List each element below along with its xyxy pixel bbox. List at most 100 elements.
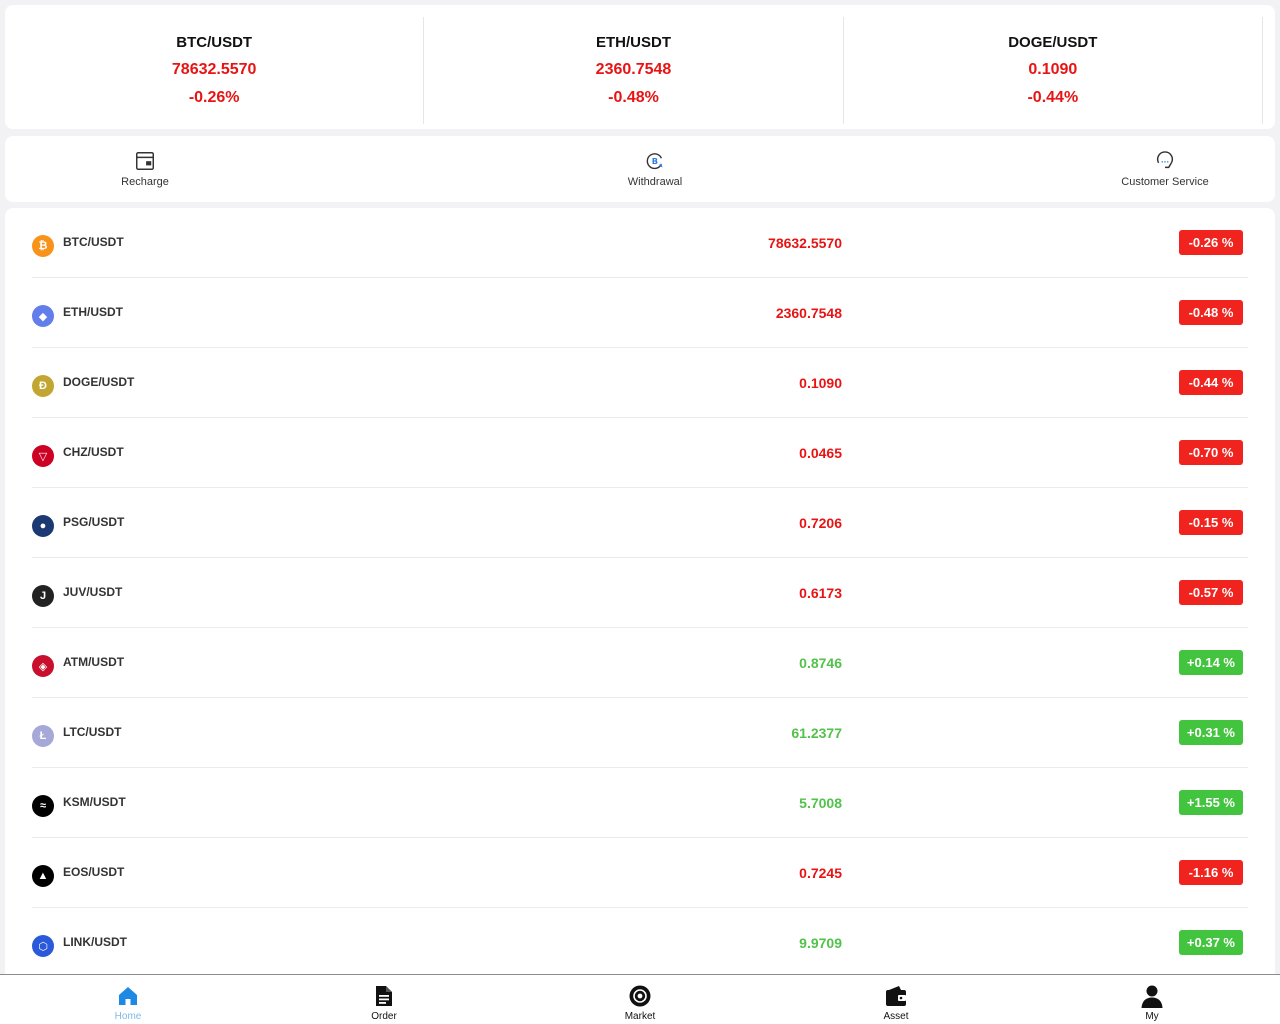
market-row-pair: J JUV/USDT xyxy=(32,578,122,607)
change-badge: -0.26 % xyxy=(1179,230,1243,255)
ticker-price: 78632.5570 xyxy=(171,61,257,78)
nav-market-label: Market xyxy=(624,1010,656,1022)
market-price: 5.7008 xyxy=(799,794,842,811)
market-pair-name: ATM/USDT xyxy=(63,654,125,669)
market-price: 78632.5570 xyxy=(768,234,842,251)
ticker-pair: ETH/USDT xyxy=(595,34,671,51)
market-row-pair: Ł LTC/USDT xyxy=(32,718,121,747)
market-row-pair: ▽ CHZ/USDT xyxy=(32,438,124,467)
nav-home-label: Home xyxy=(114,1010,142,1022)
nav-home[interactable]: Home xyxy=(28,984,228,1022)
chainlink-icon: ⬡ xyxy=(32,935,54,957)
ticker-change: -0.48% xyxy=(608,89,659,106)
kusama-icon: ≈ xyxy=(32,795,54,817)
market-row[interactable]: Ł LTC/USDT 61.2377 +0.31 % xyxy=(32,698,1248,768)
market-row[interactable]: ≈ KSM/USDT 5.7008 +1.55 % xyxy=(32,768,1248,838)
customer-service-button[interactable]: Customer Service xyxy=(1115,150,1215,188)
wallet-card-icon xyxy=(136,152,154,170)
customer-service-label: Customer Service xyxy=(1121,176,1209,188)
dogecoin-icon: Ð xyxy=(32,375,54,397)
nav-order[interactable]: Order xyxy=(284,984,484,1022)
change-badge: +0.37 % xyxy=(1178,930,1243,955)
chiliz-icon: ▽ xyxy=(32,445,54,467)
market-row-pair: ◈ ATM/USDT xyxy=(32,648,124,677)
market-pair-name: KSM/USDT xyxy=(63,794,126,809)
headset-icon xyxy=(1156,151,1174,169)
market-pair-name: DOGE/USDT xyxy=(63,374,135,389)
market-price: 2360.7548 xyxy=(775,304,842,321)
nav-order-label: Order xyxy=(371,1010,397,1022)
market-row[interactable]: J JUV/USDT 0.6173 -0.57 % xyxy=(32,558,1248,628)
bitcoin-withdraw-icon: B xyxy=(646,153,663,170)
market-price: 0.0465 xyxy=(799,444,842,461)
ethereum-icon: ◆ xyxy=(32,305,54,327)
bitcoin-icon: ₿ xyxy=(32,235,54,257)
market-row[interactable]: ● PSG/USDT 0.7206 -0.15 % xyxy=(32,488,1248,558)
market-row-pair: ⬡ LINK/USDT xyxy=(32,928,127,957)
market-pair-name: CHZ/USDT xyxy=(63,444,124,459)
nav-market[interactable]: Market xyxy=(540,984,740,1022)
market-row-pair: Ð DOGE/USDT xyxy=(32,368,134,397)
nav-my[interactable]: My xyxy=(1052,984,1252,1022)
wallet-icon xyxy=(886,985,906,1006)
change-badge: -0.15 % xyxy=(1179,510,1243,535)
atletico-icon: ◈ xyxy=(32,655,54,677)
juventus-icon: J xyxy=(32,585,54,607)
market-price: 0.1090 xyxy=(799,374,842,391)
market-row[interactable]: ◆ ETH/USDT 2360.7548 -0.48 % xyxy=(32,278,1248,348)
market-row-pair: ● PSG/USDT xyxy=(32,508,124,537)
ticker-bar: BTC/USDT 78632.5570 -0.26% ETH/USDT 2360… xyxy=(5,5,1275,129)
change-badge: +1.55 % xyxy=(1178,790,1243,815)
market-pair-name: BTC/USDT xyxy=(63,234,124,249)
market-row[interactable]: ▽ CHZ/USDT 0.0465 -0.70 % xyxy=(32,418,1248,488)
market-list: ₿ BTC/USDT 78632.5570 -0.26 % ◆ ETH/USDT 2360.… xyxy=(5,208,1275,988)
market-pair-name: JUV/USDT xyxy=(63,584,123,599)
market-row[interactable]: ⬡ LINK/USDT 9.9709 +0.37 % xyxy=(32,908,1248,978)
nav-asset[interactable]: Asset xyxy=(796,984,996,1022)
market-price: 0.6173 xyxy=(799,584,842,601)
withdrawal-label: Withdrawal xyxy=(627,176,683,188)
market-row-pair: ≈ KSM/USDT xyxy=(32,788,126,817)
change-badge: -0.70 % xyxy=(1179,440,1243,465)
market-price: 0.7245 xyxy=(799,864,842,881)
market-row[interactable]: ₿ BTC/USDT 78632.5570 -0.26 % xyxy=(32,208,1248,278)
recharge-button[interactable]: Recharge xyxy=(95,150,195,188)
market-icon xyxy=(629,985,651,1006)
ticker-item-doge[interactable]: DOGE/USDT 0.1090 -0.44% xyxy=(844,17,1263,124)
market-pair-name: LTC/USDT xyxy=(63,724,122,739)
user-icon xyxy=(1141,985,1163,1008)
ticker-pair: BTC/USDT xyxy=(176,34,253,51)
nav-asset-label: Asset xyxy=(883,1010,909,1022)
market-price: 0.8746 xyxy=(799,654,842,671)
market-row[interactable]: ▲ EOS/USDT 0.7245 -1.16 % xyxy=(32,838,1248,908)
nav-my-label: My xyxy=(1145,1010,1159,1022)
eos-icon: ▲ xyxy=(32,865,54,887)
ticker-price: 0.1090 xyxy=(1028,61,1078,78)
market-row-pair: ₿ BTC/USDT xyxy=(32,228,124,257)
ticker-change: -0.44% xyxy=(1027,89,1079,106)
bottom-nav: Home Order Market Asset My xyxy=(0,974,1280,1024)
ticker-change: -0.26% xyxy=(188,89,240,106)
market-pair-name: PSG/USDT xyxy=(63,514,125,529)
market-row[interactable]: Ð DOGE/USDT 0.1090 -0.44 % xyxy=(32,348,1248,418)
ticker-item-btc[interactable]: BTC/USDT 78632.5570 -0.26% xyxy=(5,17,425,124)
ticker-item-eth[interactable]: ETH/USDT 2360.7548 -0.48% xyxy=(424,17,844,124)
ticker-price: 2360.7548 xyxy=(595,61,672,78)
market-pair-name: ETH/USDT xyxy=(63,304,123,319)
market-price: 61.2377 xyxy=(791,724,842,741)
litecoin-icon: Ł xyxy=(32,725,54,747)
svg-text:B: B xyxy=(652,156,658,166)
market-row-pair: ▲ EOS/USDT xyxy=(32,858,124,887)
home-icon xyxy=(119,986,137,1005)
market-pair-name: EOS/USDT xyxy=(63,864,125,879)
change-badge: +0.14 % xyxy=(1178,650,1243,675)
change-badge: -0.48 % xyxy=(1179,300,1243,325)
market-row-pair: ◆ ETH/USDT xyxy=(32,298,123,327)
change-badge: -0.57 % xyxy=(1179,580,1243,605)
change-badge: +0.31 % xyxy=(1178,720,1243,745)
psg-icon: ● xyxy=(32,515,54,537)
market-row[interactable]: ◈ ATM/USDT 0.8746 +0.14 % xyxy=(32,628,1248,698)
withdrawal-button[interactable]: B Withdrawal xyxy=(605,150,705,188)
document-icon xyxy=(376,985,392,1006)
market-pair-name: LINK/USDT xyxy=(63,934,127,949)
